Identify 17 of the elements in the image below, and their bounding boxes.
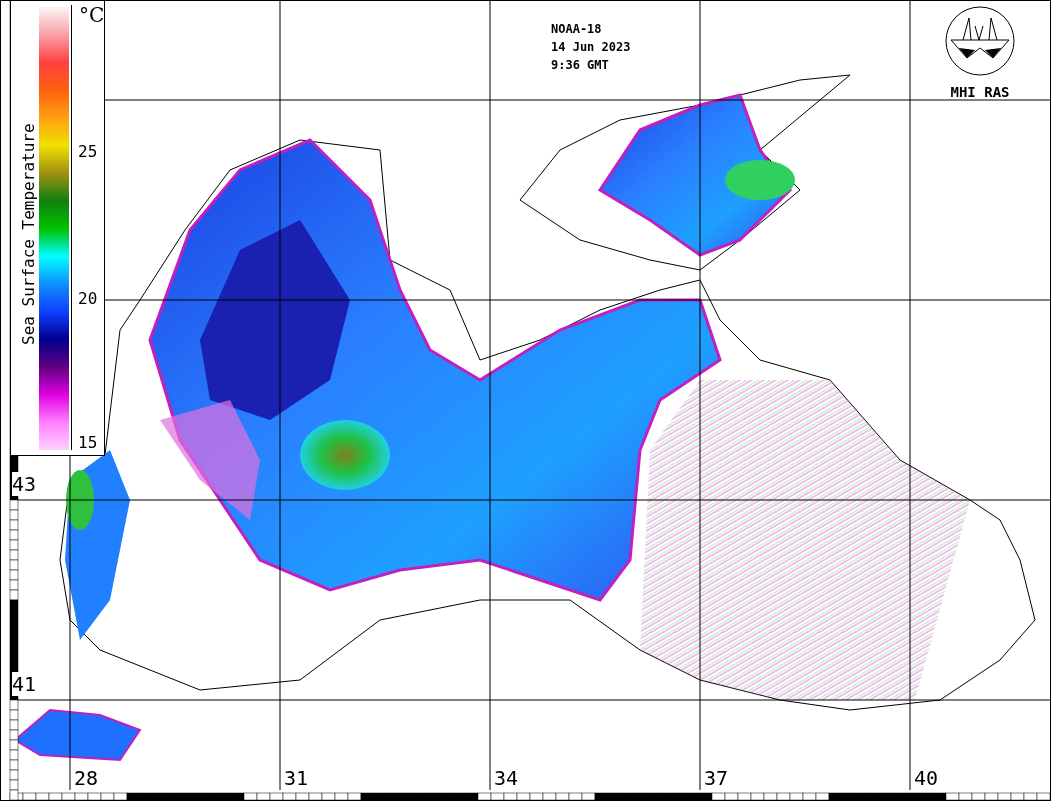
longitude-label: 40: [914, 766, 939, 790]
satellite-name: NOAA-18: [551, 22, 603, 36]
longitude-label: 34: [494, 766, 519, 790]
tick-label: 20: [78, 290, 98, 307]
logo-label: MHI RAS: [950, 84, 1010, 100]
tick-label: 15: [78, 435, 98, 452]
latitude-label: 41: [12, 672, 37, 696]
longitude-label: 28: [74, 766, 99, 790]
longitude-label: 37: [704, 766, 729, 790]
latitude-label: 43: [12, 472, 37, 496]
time-label: 9:36 GMT: [551, 58, 610, 72]
longitude-label: 31: [284, 766, 309, 790]
logo-icon: [945, 6, 1015, 76]
legend-title: Sea Surface Temperature: [20, 125, 38, 345]
unit-label: °C: [79, 3, 105, 27]
date-label: 14 Jun 2023: [551, 40, 631, 54]
tick-label: 25: [78, 143, 98, 160]
